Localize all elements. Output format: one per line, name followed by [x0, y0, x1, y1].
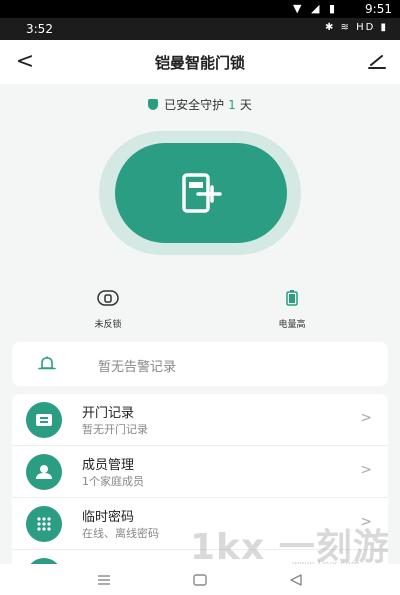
system-clock: 9:51 [365, 2, 392, 16]
menu-item-title: 成员管理 [82, 458, 135, 473]
back-triangle-icon [290, 574, 302, 586]
guard-days-text: 已安全守护 1 天 [0, 96, 400, 113]
status-icons: ✱ ≋ HD ▮ [324, 22, 388, 33]
unlock-button[interactable] [115, 143, 287, 243]
lock-status: 未反锁 [68, 289, 148, 330]
outer-status-bar: ▼ ◢ ▮ 9:51 [0, 0, 400, 18]
status-clock: 3:52 [26, 22, 53, 36]
chevron-right-icon: > [360, 514, 372, 530]
menu-item-temp-password[interactable]: 临时密码 在线、离线密码 > [12, 498, 388, 550]
battery-status-label: 电量高 [278, 320, 306, 330]
battery-status: 电量高 [252, 289, 332, 330]
menu-item-title: 开门记录 [82, 406, 135, 421]
home-nav-button[interactable] [190, 572, 210, 588]
lock-status-label: 未反锁 [94, 320, 122, 330]
menu-item-members[interactable]: 成员管理 1个家庭成员 > [12, 446, 388, 498]
menu-item-subtitle: 1个家庭成员 [82, 475, 144, 488]
menu-list: 开门记录 暂无开门记录 > 成员管理 1个家庭成员 > 临时密码 在线、离线密码… [12, 394, 388, 574]
menu-lines-icon [98, 575, 110, 585]
lock-icon [97, 290, 119, 306]
system-nav-bar [0, 564, 400, 595]
guard-prefix: 已安全守护 [164, 98, 225, 112]
edit-pencil-icon [368, 55, 386, 69]
home-square-icon [193, 574, 207, 586]
menu-item-open-records[interactable]: 开门记录 暂无开门记录 > [12, 394, 388, 446]
shield-icon [148, 99, 159, 110]
door-unlock-icon [182, 173, 222, 213]
page-title: 铠曼智能门锁 [154, 54, 245, 72]
system-status-icons: ▼ ◢ ▮ [293, 2, 338, 15]
keypad-icon [37, 517, 51, 531]
guard-days-count: 1 [228, 98, 236, 112]
inner-status-bar: 3:52 ✱ ≋ HD ▮ [0, 18, 400, 40]
alarm-record-card[interactable]: 暂无告警记录 [12, 342, 388, 386]
menu-item-subtitle: 在线、离线密码 [82, 527, 159, 540]
menu-nav-button[interactable] [94, 572, 114, 588]
bell-icon [38, 356, 56, 370]
guard-suffix: 天 [239, 98, 252, 112]
chevron-right-icon: > [360, 462, 372, 478]
edit-button[interactable] [362, 46, 392, 76]
battery-icon [286, 290, 298, 306]
menu-item-title: 临时密码 [82, 510, 135, 525]
chevron-right-icon: > [360, 410, 372, 426]
app-header: < 铠曼智能门锁 [0, 40, 400, 84]
record-icon [36, 414, 52, 426]
alarm-text: 暂无告警记录 [98, 360, 177, 375]
user-icon [36, 465, 52, 479]
menu-item-subtitle: 暂无开门记录 [82, 423, 148, 436]
back-nav-button[interactable] [286, 572, 306, 588]
